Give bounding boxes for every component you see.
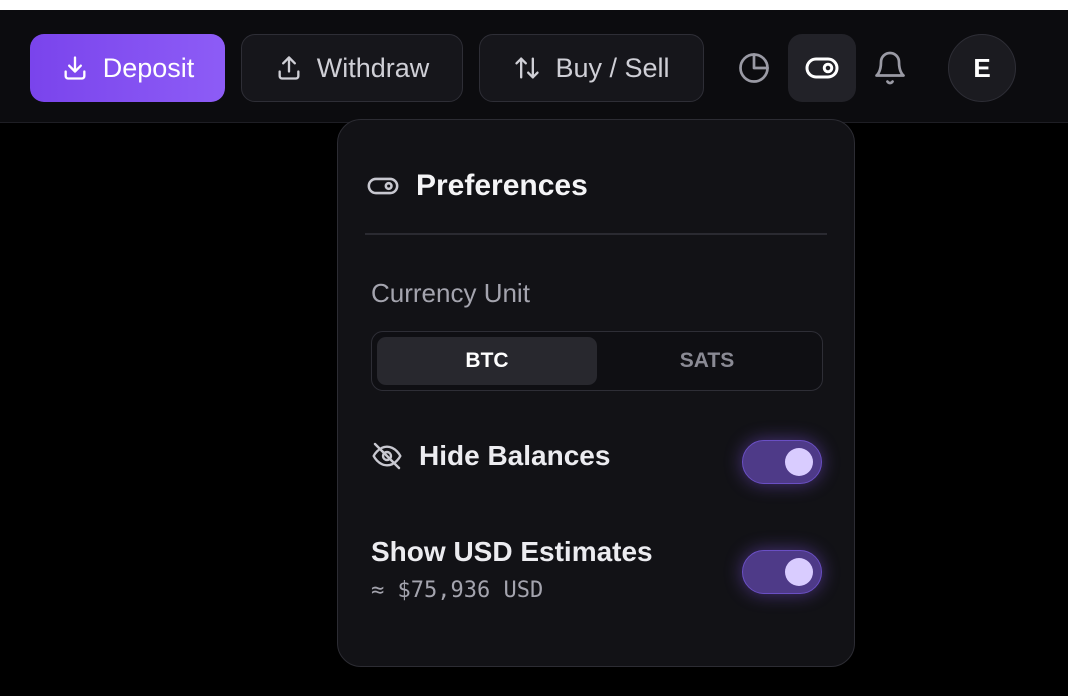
currency-unit-selector: BTC SATS: [371, 331, 823, 391]
withdraw-button[interactable]: Withdraw: [241, 34, 463, 102]
portfolio-button[interactable]: [720, 34, 788, 102]
usd-estimate: ≈ $75,936 USD: [371, 578, 544, 603]
top-edge: [0, 0, 1068, 10]
arrows-up-down-icon: [515, 57, 540, 79]
toggle-icon: [367, 177, 399, 195]
buy-sell-label: Buy / Sell: [555, 52, 670, 83]
show-usd-label: Show USD Estimates: [371, 536, 653, 567]
currency-unit-label: Currency Unit: [371, 278, 530, 308]
avatar[interactable]: E: [948, 34, 1016, 102]
toggle-icon: [805, 57, 839, 79]
panel-title: Preferences: [416, 169, 588, 202]
bell-icon: [875, 51, 905, 85]
hide-balances-toggle[interactable]: [742, 440, 822, 484]
deposit-label: Deposit: [102, 52, 195, 83]
buy-sell-button[interactable]: Buy / Sell: [479, 34, 704, 102]
pie-chart-icon: [739, 53, 769, 83]
currency-option-btc[interactable]: BTC: [377, 337, 597, 385]
toggle-knob: [785, 448, 813, 476]
divider: [365, 233, 827, 235]
eye-off-icon: [372, 442, 402, 470]
preferences-panel: Preferences Currency Unit BTC SATS Hide …: [337, 119, 855, 667]
panel-header: Preferences: [366, 164, 826, 208]
toggle-knob: [785, 558, 813, 586]
currency-option-sats[interactable]: SATS: [597, 337, 817, 385]
notifications-button[interactable]: [856, 34, 924, 102]
deposit-button[interactable]: Deposit: [30, 34, 225, 102]
withdraw-label: Withdraw: [316, 52, 430, 83]
show-usd-toggle[interactable]: [742, 550, 822, 594]
hide-balances-row: Hide Balances: [371, 440, 610, 472]
avatar-initial: E: [973, 52, 991, 83]
hide-balances-label: Hide Balances: [419, 440, 611, 471]
top-bar: Deposit Withdraw Buy / Sell E: [0, 10, 1068, 123]
preferences-button[interactable]: [788, 34, 856, 102]
download-icon: [64, 56, 86, 80]
upload-icon: [278, 56, 300, 80]
